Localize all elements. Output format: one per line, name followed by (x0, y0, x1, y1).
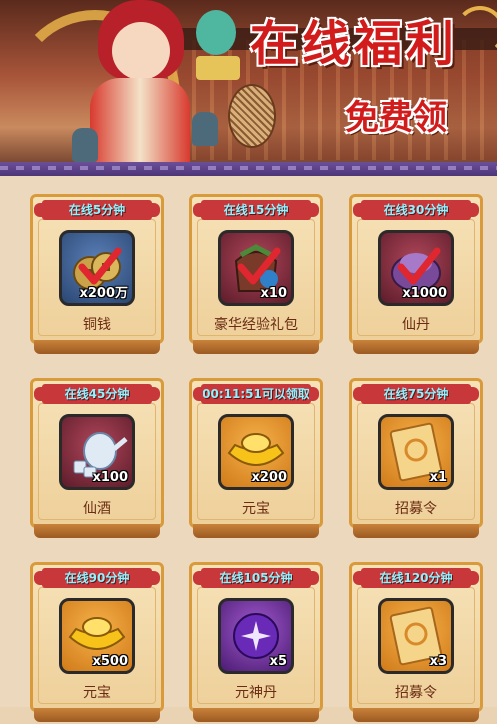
item-name: 元宝 (242, 501, 270, 517)
reward-card[interactable]: 在线5分钟 x200万铜钱 (30, 194, 164, 356)
card-base (34, 708, 160, 722)
gold-ring-decoration (455, 6, 497, 56)
item-quantity: x1000 (402, 286, 447, 301)
item-quantity: x200万 (79, 286, 128, 301)
card-base (193, 524, 319, 538)
item-slot[interactable]: x100 (59, 414, 135, 490)
reward-card[interactable]: 在线15分钟 x10 豪华经验礼包 (189, 194, 323, 356)
reward-card[interactable]: 在线30分钟 x1000 仙丹 (349, 194, 483, 356)
item-quantity: x3 (429, 654, 447, 669)
online-time-label: 在线75分钟 (353, 384, 479, 404)
child-character (72, 128, 98, 162)
item-name: 招募令 (395, 501, 437, 517)
item-quantity: x5 (269, 654, 287, 669)
jade-dragon-icon (196, 10, 236, 55)
child-character (192, 112, 218, 146)
item-name: 铜钱 (83, 317, 111, 333)
gold-scepter-icon (196, 56, 240, 80)
card-base (34, 524, 160, 538)
item-slot[interactable]: x3 (378, 598, 454, 674)
item-name: 豪华经验礼包 (214, 317, 298, 333)
woven-fan-icon (228, 84, 276, 148)
item-name: 仙丹 (402, 317, 430, 333)
item-name: 元神丹 (235, 685, 277, 701)
item-quantity: x1 (429, 470, 447, 485)
card-base (34, 340, 160, 354)
banner-title: 在线福利 (250, 16, 459, 72)
reward-card[interactable]: 00:11:51可以领取 x200 元宝 (189, 378, 323, 540)
reward-card[interactable]: 在线120分钟 x3 招募令 (349, 562, 483, 724)
online-time-label: 在线90分钟 (34, 568, 160, 588)
item-quantity: x200 (251, 470, 287, 485)
card-base (193, 708, 319, 722)
event-banner: 在线福利 免费领 (0, 0, 497, 170)
item-slot[interactable]: x200万 (59, 230, 135, 306)
claimed-check-icon (237, 247, 281, 285)
reward-card[interactable]: 在线105分钟 x5 元神丹 (189, 562, 323, 724)
banner-subtitle: 免费领 (345, 98, 447, 138)
character-face (112, 22, 170, 80)
item-name: 元宝 (83, 685, 111, 701)
card-base (193, 340, 319, 354)
reward-card[interactable]: 在线90分钟 x500 元宝 (30, 562, 164, 724)
online-time-label: 在线45分钟 (34, 384, 160, 404)
item-quantity: x10 (260, 286, 287, 301)
reward-card[interactable]: 在线45分钟 x100 仙酒 (30, 378, 164, 540)
online-time-label: 在线105分钟 (193, 568, 319, 588)
online-time-label: 在线30分钟 (353, 200, 479, 220)
item-slot[interactable]: x200 (218, 414, 294, 490)
item-slot[interactable]: x1000 (378, 230, 454, 306)
item-quantity: x500 (92, 654, 128, 669)
online-time-label: 在线5分钟 (34, 200, 160, 220)
online-time-label: 00:11:51可以领取 (193, 384, 319, 404)
item-name: 仙酒 (83, 501, 111, 517)
online-time-label: 在线15分钟 (193, 200, 319, 220)
item-slot[interactable]: x5 (218, 598, 294, 674)
character-robe (90, 78, 190, 168)
card-base (353, 708, 479, 722)
item-slot[interactable]: x500 (59, 598, 135, 674)
item-slot[interactable]: x10 (218, 230, 294, 306)
item-quantity: x100 (92, 470, 128, 485)
item-slot[interactable]: x1 (378, 414, 454, 490)
card-base (353, 524, 479, 538)
banner-divider (0, 162, 497, 176)
rewards-grid: 在线5分钟 x200万铜钱 在线15分钟 x10 豪华经验礼包 在线30分钟 x1000 仙丹… (0, 176, 497, 722)
card-base (353, 340, 479, 354)
online-time-label: 在线120分钟 (353, 568, 479, 588)
reward-card[interactable]: 在线75分钟 x1 招募令 (349, 378, 483, 540)
claimed-check-icon (397, 247, 441, 285)
item-name: 招募令 (395, 685, 437, 701)
